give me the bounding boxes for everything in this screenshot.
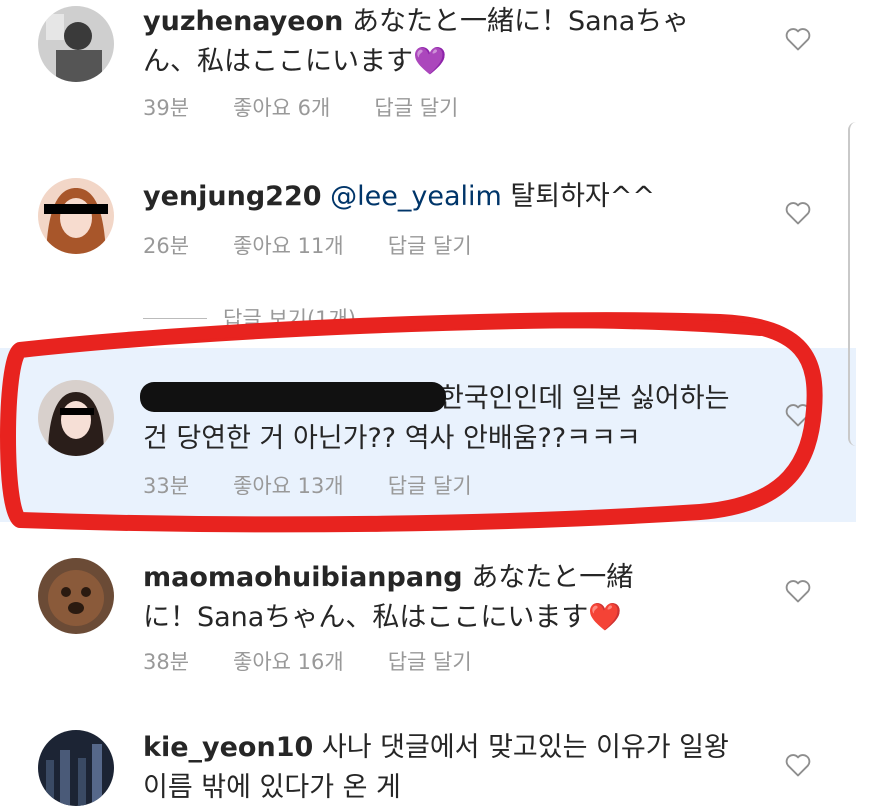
comment-body: yenjung220 @lee_yealim 탈퇴하자^^ (143, 177, 743, 217)
likes-count[interactable]: 좋아요 13개 (233, 470, 344, 500)
view-replies-label: 답글 보기(1개) (223, 307, 357, 331)
username-redaction (140, 382, 446, 412)
view-replies-button[interactable]: 답글 보기(1개) (143, 303, 356, 333)
redaction-bar (60, 408, 94, 415)
avatar[interactable] (38, 6, 114, 82)
reply-button[interactable]: 답글 달기 (388, 646, 472, 676)
comment-body: kie_yeon10 사나 댓글에서 맞고있는 이유가 일왕 이름 밖에 있다가… (143, 728, 743, 808)
purple-heart-emoji: 💜 (413, 46, 447, 77)
likes-count[interactable]: 좋아요 6개 (233, 92, 330, 122)
comment-meta: 26분 좋아요 11개 답글 달기 (143, 230, 472, 260)
avatar[interactable] (38, 730, 114, 806)
comment-meta: 33분 좋아요 13개 답글 달기 (143, 470, 472, 500)
reply-button[interactable]: 답글 달기 (388, 470, 472, 500)
divider-line (143, 317, 207, 319)
likes-count[interactable]: 좋아요 16개 (233, 646, 344, 676)
heart-outline-icon[interactable] (784, 578, 812, 604)
scrollbar[interactable] (848, 122, 862, 446)
comment-time: 38분 (143, 650, 190, 674)
heart-outline-icon[interactable] (784, 200, 812, 226)
heart-outline-icon[interactable] (784, 752, 812, 778)
reply-button[interactable]: 답글 달기 (374, 92, 458, 122)
comment-meta: 38분 좋아요 16개 답글 달기 (143, 646, 472, 676)
comment-meta: 39분 좋아요 6개 답글 달기 (143, 92, 458, 122)
redaction-bar (44, 204, 108, 214)
comment-username[interactable]: kie_yeon10 (143, 732, 313, 763)
comment-text: 탈퇴하자^^ (510, 181, 655, 212)
heart-outline-icon[interactable] (784, 402, 812, 428)
avatar[interactable] (38, 178, 114, 254)
comment-body: yuzhenayeon あなたと一緒に！Sanaちゃん、私はここにいます💜 (143, 2, 743, 82)
comment-username[interactable]: yenjung220 (143, 181, 322, 212)
avatar[interactable] (38, 380, 114, 456)
comment-text: 사나 댓글에서 맞고있는 이유가 일왕 (321, 732, 729, 763)
reply-button[interactable]: 답글 달기 (388, 230, 472, 260)
comment-time: 26분 (143, 234, 190, 258)
mention-link[interactable]: @lee_yealim (330, 181, 502, 212)
comment-time: 39분 (143, 96, 190, 120)
comment-time: 33분 (143, 474, 190, 498)
heart-outline-icon[interactable] (784, 26, 812, 52)
comment-username[interactable]: maomaohuibianpang (143, 562, 463, 593)
avatar[interactable] (38, 558, 114, 634)
likes-count[interactable]: 좋아요 11개 (233, 230, 344, 260)
comment-username[interactable]: yuzhenayeon (143, 6, 343, 37)
comment-body: maomaohuibianpang あなたと一緒に！Sanaちゃん、私はここにい… (143, 558, 663, 638)
comment-text-cut: 이름 밖에 있다가 온 게 (143, 772, 401, 803)
red-heart-emoji: ❤️ (588, 602, 622, 633)
